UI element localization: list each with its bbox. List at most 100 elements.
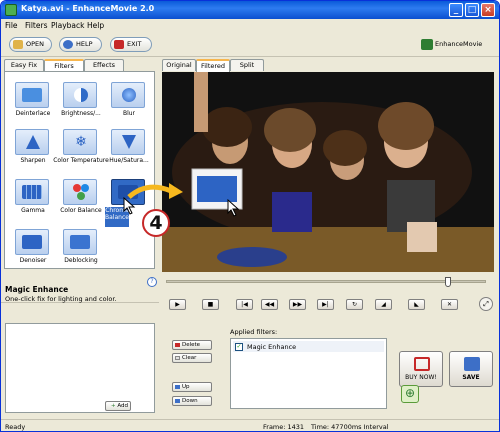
rewind-button[interactable]: ◀◀: [261, 299, 278, 310]
deblocking-icon: [63, 229, 97, 255]
tab-original[interactable]: Original: [162, 59, 196, 71]
filter-hue-saturation[interactable]: Hue/Satura...: [105, 129, 153, 177]
menu-help[interactable]: Help: [87, 21, 104, 30]
folder-icon: [13, 40, 23, 49]
stop-button[interactable]: ■: [202, 299, 219, 310]
filter-label: Blur: [122, 110, 136, 117]
filter-gamma[interactable]: Gamma: [9, 179, 57, 227]
menu-filters[interactable]: Filters: [25, 21, 47, 30]
window-title: Katya.avi - EnhanceMovie 2.0: [21, 4, 155, 13]
filter-sharpen[interactable]: Sharpen: [9, 129, 57, 177]
maximize-icon[interactable]: □: [465, 3, 479, 17]
brand-logo: EnhanceMovie: [421, 37, 491, 52]
rewind-icon: ◀◀: [264, 301, 275, 308]
info-title: Magic Enhance: [5, 285, 69, 294]
down-button-label: Down: [182, 398, 198, 404]
filter-label: Deblocking: [64, 257, 98, 264]
sharpen-icon: [15, 129, 49, 155]
info-description: One-click fix for lighting and color.: [5, 295, 117, 303]
hue-saturation-icon: [111, 129, 145, 155]
open-button[interactable]: OPEN: [9, 37, 52, 52]
step-badge: 4: [142, 209, 170, 237]
filter-blur[interactable]: Blur: [105, 82, 153, 130]
time-readout: Time: 47700ms Interval: [311, 423, 389, 431]
denoiser-icon: [15, 229, 49, 255]
clear-marks-button[interactable]: ✕: [441, 299, 458, 310]
deinterlace-icon: [15, 82, 49, 108]
help-button[interactable]: HELP: [59, 37, 102, 52]
color-temperature-icon: ❄: [63, 129, 97, 155]
forward-icon: ▶▶: [292, 301, 303, 308]
help-icon: [63, 40, 73, 49]
down-button[interactable]: Down: [172, 396, 212, 406]
tab-easy-fix[interactable]: Easy Fix: [4, 59, 44, 71]
applied-item-label: Magic Enhance: [247, 343, 297, 351]
forward-button[interactable]: ▶▶: [289, 299, 306, 310]
checkbox[interactable]: ✓: [235, 343, 243, 351]
up-button[interactable]: Up: [172, 382, 212, 392]
open-button-label: OPEN: [26, 40, 45, 48]
title-bar: Katya.avi - EnhanceMovie 2.0 _ □ ×: [1, 1, 499, 19]
play-button[interactable]: ▶: [169, 299, 186, 310]
left-tabs: Easy Fix Filters Effects: [4, 59, 155, 72]
help-icon[interactable]: ?: [147, 277, 157, 287]
filter-color-balance[interactable]: Color Balance: [57, 179, 105, 227]
filter-deblocking[interactable]: Deblocking: [57, 229, 105, 277]
play-icon: ▶: [175, 301, 180, 308]
menu-file[interactable]: File: [5, 21, 18, 30]
add-filter-drop-icon[interactable]: ⊕: [401, 385, 419, 403]
clear-marks-icon: ✕: [446, 301, 453, 308]
filter-color-temperature[interactable]: ❄ Color Temperature: [53, 129, 109, 177]
filter-deinterlace[interactable]: Deinterlace: [9, 82, 57, 130]
save-button[interactable]: SAVE: [449, 351, 493, 387]
up-icon: [175, 385, 180, 389]
go-end-icon: ▶|: [322, 301, 329, 308]
add-button-label: Add: [117, 403, 129, 409]
video-preview[interactable]: [162, 72, 494, 272]
seek-thumb[interactable]: [445, 277, 451, 287]
go-start-button[interactable]: |◀: [236, 299, 253, 310]
menu-playback[interactable]: Playback: [51, 21, 84, 30]
tab-split[interactable]: Split: [230, 59, 264, 71]
exit-button[interactable]: EXIT: [110, 37, 152, 52]
filter-brightness[interactable]: Brightness/...: [57, 82, 105, 130]
down-icon: [175, 399, 180, 403]
mark-in-icon: ◢: [381, 301, 386, 308]
brightness-icon: [63, 82, 97, 108]
menu-bar: File Filters Playback Help: [1, 19, 499, 32]
seek-bar[interactable]: [166, 280, 486, 283]
cursor-icon: [123, 197, 136, 215]
mark-out-button[interactable]: ◣: [408, 299, 425, 310]
app-icon: [5, 4, 17, 16]
frame-readout: Frame: 1431: [263, 423, 305, 431]
list-item[interactable]: ✓ Magic Enhance: [233, 341, 384, 352]
fullscreen-icon[interactable]: ⤢: [479, 297, 493, 311]
loop-button[interactable]: ↻: [346, 299, 363, 310]
buy-now-button[interactable]: BUY NOW!: [399, 351, 443, 387]
drop-cursor-icon: [227, 199, 240, 217]
delete-button[interactable]: Delete: [172, 340, 212, 350]
minimize-icon[interactable]: _: [449, 3, 463, 17]
preset-area: [5, 323, 155, 413]
save-label: SAVE: [462, 374, 480, 381]
filter-denoiser[interactable]: Denoiser: [9, 229, 57, 277]
brand-label: EnhanceMovie: [435, 40, 483, 48]
go-end-button[interactable]: ▶|: [317, 299, 334, 310]
gamma-icon: [15, 179, 49, 205]
clear-button[interactable]: Clear: [172, 353, 212, 363]
exit-icon: [114, 40, 124, 49]
tab-filtered[interactable]: Filtered: [196, 59, 230, 72]
clear-icon: [175, 356, 180, 360]
view-tabs: Original Filtered Split: [162, 59, 362, 72]
tab-effects[interactable]: Effects: [84, 59, 124, 71]
mark-in-button[interactable]: ◢: [375, 299, 392, 310]
add-button[interactable]: + Add: [105, 401, 131, 411]
loop-icon: ↻: [351, 301, 358, 308]
mark-out-icon: ◣: [414, 301, 419, 308]
brand-icon: [421, 39, 433, 50]
app-window: Katya.avi - EnhanceMovie 2.0 _ □ × File …: [0, 0, 500, 432]
help-button-label: HELP: [76, 40, 93, 48]
close-icon[interactable]: ×: [481, 3, 495, 17]
exit-button-label: EXIT: [127, 40, 142, 48]
plus-icon: +: [111, 403, 116, 409]
